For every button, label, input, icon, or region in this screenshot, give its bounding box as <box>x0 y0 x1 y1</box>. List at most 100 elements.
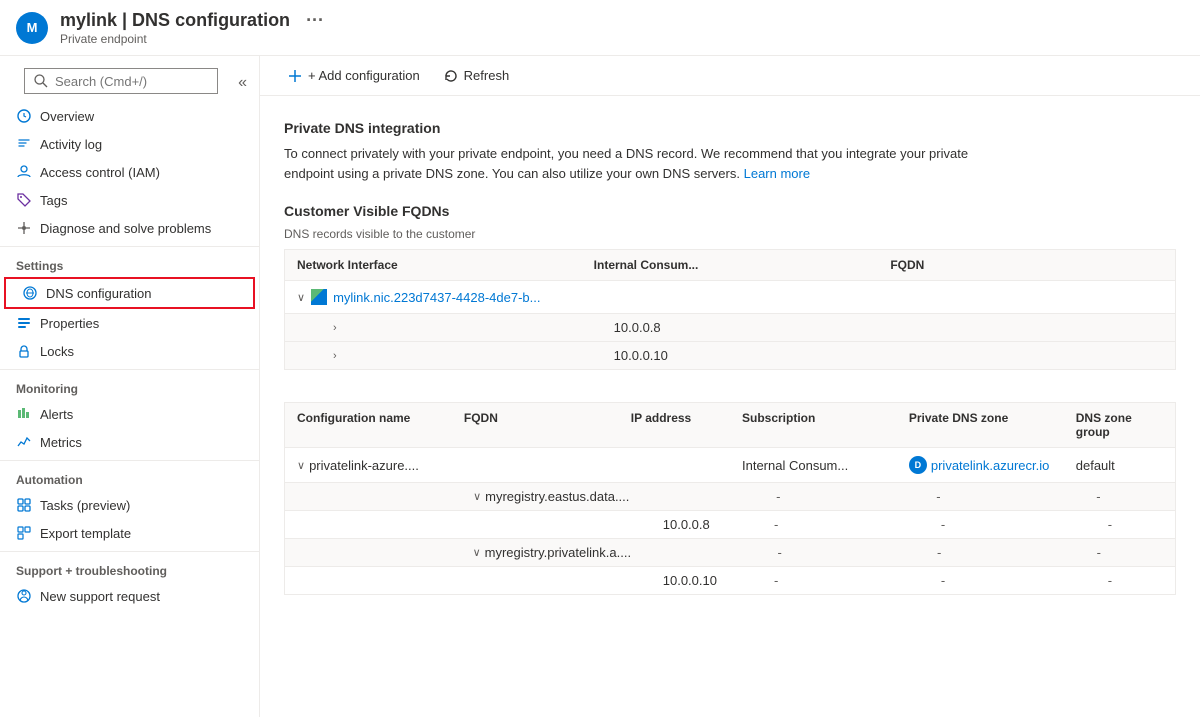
avatar: M <box>16 12 48 44</box>
header-title-block: mylink | DNS configuration ··· Private e… <box>60 10 1184 46</box>
table-cell-nic: ∨ mylink.nic.223d7437-4428-4de7-b... <box>285 281 582 313</box>
collapse-sidebar-button[interactable]: « <box>230 70 255 96</box>
search-box[interactable] <box>24 68 218 94</box>
config-col-name: Configuration name <box>285 403 452 447</box>
export-icon <box>16 525 32 541</box>
sidebar-item-label-activity-log: Activity log <box>40 137 102 152</box>
add-configuration-button[interactable]: + Add configuration <box>284 64 424 87</box>
sidebar-item-label-support: New support request <box>40 589 160 604</box>
dns-integration-desc: To connect privately with your private e… <box>284 144 984 183</box>
fqdns-section: Customer Visible FQDNs DNS records visib… <box>284 203 1176 370</box>
config-sub-cell-ip-1 <box>641 483 748 510</box>
sidebar-item-properties[interactable]: Properties <box>0 309 259 337</box>
config-col-dns-zone: Private DNS zone <box>897 403 1064 447</box>
alerts-icon <box>16 406 32 422</box>
fqdns-col-fqdn: FQDN <box>878 250 1175 280</box>
refresh-icon <box>444 69 458 83</box>
sidebar-item-export-template[interactable]: Export template <box>0 519 259 547</box>
sidebar-item-label-export: Export template <box>40 526 131 541</box>
sub-cell-fqdn-2 <box>878 342 1175 369</box>
config-grand-group-1: - <box>1064 511 1175 538</box>
page-header: M mylink | DNS configuration ··· Private… <box>0 0 1200 56</box>
config-sub-cell-group-1: - <box>1068 483 1175 510</box>
sidebar-item-label-tasks: Tasks (preview) <box>40 498 130 513</box>
nic-link[interactable]: mylink.nic.223d7437-4428-4de7-b... <box>333 290 540 305</box>
table-cell-internal-empty <box>582 281 879 313</box>
sub-cell-ip-2: 10.0.0.10 <box>582 342 879 369</box>
expand-right-icon-2[interactable]: › <box>333 350 337 362</box>
sidebar-section-support: Support + troubleshooting <box>0 551 259 582</box>
sidebar-item-alerts[interactable]: Alerts <box>0 400 259 428</box>
table-row: › 10.0.0.8 <box>285 314 1175 342</box>
config-cell-dns-group: default <box>1064 448 1175 482</box>
content-body: Private DNS integration To connect priva… <box>260 96 1200 619</box>
fqdns-subtitle: DNS records visible to the customer <box>284 227 1176 241</box>
sidebar-item-overview[interactable]: Overview <box>0 102 259 130</box>
sidebar-item-support[interactable]: New support request <box>0 582 259 610</box>
config-sub-cell-sub-2: - <box>749 539 909 566</box>
sidebar: « Overview Activity log Access control (… <box>0 56 260 717</box>
config-cell-dns-zone: D privatelink.azurecr.io <box>897 448 1064 482</box>
diagnose-icon <box>16 220 32 236</box>
dns-integration-title: Private DNS integration <box>284 120 1176 136</box>
fqdns-title: Customer Visible FQDNs <box>284 203 1176 219</box>
sidebar-item-diagnose[interactable]: Diagnose and solve problems <box>0 214 259 242</box>
sidebar-item-dns-configuration[interactable]: DNS configuration <box>4 277 255 309</box>
config-col-ip: IP address <box>619 403 730 447</box>
fqdns-table-header: Network Interface Internal Consum... FQD… <box>285 250 1175 281</box>
fqdns-col-network: Network Interface <box>285 250 582 280</box>
sidebar-section-automation: Automation <box>0 460 259 491</box>
config-grand-fqdn-2 <box>452 567 619 594</box>
tags-icon <box>16 192 32 208</box>
refresh-button[interactable]: Refresh <box>440 64 514 87</box>
config-sub-cell-ip-2 <box>643 539 749 566</box>
table-row: ∨ mylink.nic.223d7437-4428-4de7-b... <box>285 281 1175 314</box>
config-sub-cell-zone-2: - <box>909 539 1069 566</box>
more-options-icon[interactable]: ··· <box>306 10 324 31</box>
sidebar-item-label-properties: Properties <box>40 316 99 331</box>
config-grand-zone-2: - <box>897 567 1064 594</box>
sidebar-item-locks[interactable]: Locks <box>0 337 259 365</box>
config-col-dns-group: DNS zone group <box>1064 403 1175 447</box>
activity-log-icon <box>16 136 32 152</box>
sidebar-item-label-locks: Locks <box>40 344 74 359</box>
metrics-icon <box>16 434 32 450</box>
search-input[interactable] <box>55 74 209 89</box>
config-sub-expand-1[interactable]: ∨ <box>473 490 481 503</box>
sidebar-item-tasks[interactable]: Tasks (preview) <box>0 491 259 519</box>
search-icon <box>33 73 49 89</box>
config-table-row: 10.0.0.10 - - - <box>285 567 1175 594</box>
config-col-subscription: Subscription <box>730 403 897 447</box>
config-grand-sub-1: - <box>730 511 897 538</box>
sub-cell-ip-1: 10.0.0.8 <box>582 314 879 341</box>
sub-cell-fqdn-1 <box>878 314 1175 341</box>
dns-zone-link[interactable]: privatelink.azurecr.io <box>931 458 1050 473</box>
config-expand-chevron[interactable]: ∨ <box>297 459 305 472</box>
expand-right-icon-1[interactable]: › <box>333 322 337 334</box>
config-sub-cell-sub-1: - <box>748 483 908 510</box>
config-sub-cell-name-2 <box>285 539 445 566</box>
sidebar-item-label-metrics: Metrics <box>40 435 82 450</box>
config-cell-fqdn <box>452 448 619 482</box>
config-col-fqdn: FQDN <box>452 403 619 447</box>
sidebar-item-access-control[interactable]: Access control (IAM) <box>0 158 259 186</box>
config-sub-expand-2[interactable]: ∨ <box>473 546 481 559</box>
sidebar-item-tags[interactable]: Tags <box>0 186 259 214</box>
config-grand-sub-2: - <box>730 567 897 594</box>
sidebar-item-metrics[interactable]: Metrics <box>0 428 259 456</box>
config-cell-name: ∨ privatelink-azure.... <box>285 448 452 482</box>
content-area: + Add configuration Refresh Private DNS … <box>260 56 1200 717</box>
dns-integration-section: Private DNS integration To connect priva… <box>284 120 1176 183</box>
iam-icon <box>16 164 32 180</box>
expand-chevron-icon[interactable]: ∨ <box>297 291 305 304</box>
config-grand-ip-2: 10.0.0.10 <box>619 567 730 594</box>
toolbar: + Add configuration Refresh <box>260 56 1200 96</box>
sidebar-item-label-tags: Tags <box>40 193 67 208</box>
sidebar-item-label-diagnose: Diagnose and solve problems <box>40 221 211 236</box>
overview-icon <box>16 108 32 124</box>
page-subtitle: Private endpoint <box>60 32 1184 46</box>
learn-more-link[interactable]: Learn more <box>744 166 810 181</box>
sidebar-item-label-iam: Access control (IAM) <box>40 165 160 180</box>
sidebar-item-activity-log[interactable]: Activity log <box>0 130 259 158</box>
sidebar-section-monitoring: Monitoring <box>0 369 259 400</box>
